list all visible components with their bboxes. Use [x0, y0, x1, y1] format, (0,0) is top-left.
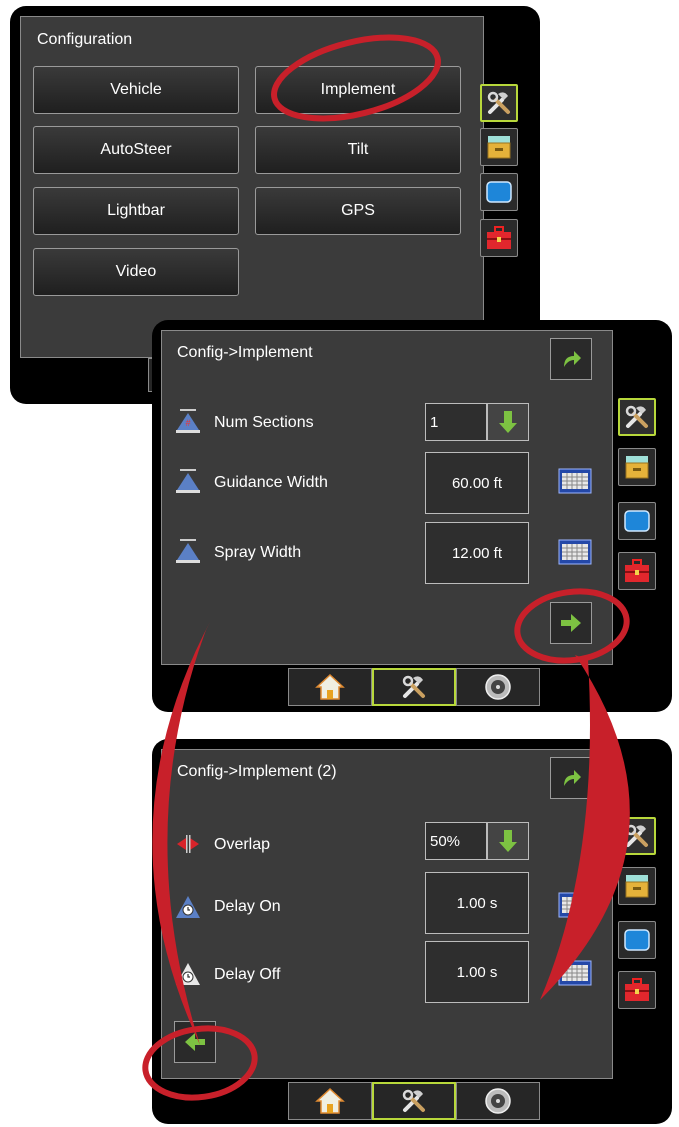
bottom-tab-tools[interactable] — [372, 1082, 456, 1120]
svg-text:#: # — [185, 418, 190, 428]
chevron-down-icon — [499, 830, 517, 852]
bottom-tab-gauge[interactable] — [456, 668, 540, 706]
side-tab-tools[interactable] — [618, 817, 656, 855]
gauge-icon — [485, 674, 511, 700]
autosteer-button[interactable]: AutoSteer — [33, 126, 239, 174]
lightbar-button[interactable]: Lightbar — [33, 187, 239, 235]
side-tab-tools[interactable] — [618, 398, 656, 436]
gps-button[interactable]: GPS — [255, 187, 461, 235]
implement-button[interactable]: Implement — [255, 66, 461, 114]
data-icon — [487, 136, 511, 159]
spray-width-field[interactable]: 12.00 ft — [425, 522, 529, 584]
implement-screen: Config->Implement # Num Sections 1 Guida… — [152, 320, 672, 712]
num-sections-icon: # — [176, 409, 200, 433]
overlap-dropdown[interactable]: 50% — [425, 822, 529, 860]
guidance-width-label: Guidance Width — [214, 474, 328, 491]
delay-on-icon — [176, 896, 200, 918]
return-arrow-icon — [564, 770, 581, 786]
keyboard-icon[interactable] — [558, 960, 592, 986]
bottom-tab-home[interactable] — [288, 668, 372, 706]
keyboard-icon[interactable] — [558, 468, 592, 494]
tools-icon — [487, 91, 510, 114]
side-tab-toolbox[interactable] — [618, 971, 656, 1009]
data-icon — [625, 456, 649, 479]
tools-icon — [402, 675, 425, 698]
side-tab-data[interactable] — [480, 128, 518, 166]
page-title: Config->Implement (2) — [177, 763, 337, 780]
arrow-left-icon — [185, 1033, 205, 1051]
side-tab-data[interactable] — [618, 448, 656, 486]
toolbox-icon — [625, 559, 649, 582]
num-sections-value: 1 — [425, 403, 487, 441]
tools-icon — [402, 1089, 425, 1112]
spray-width-icon — [176, 539, 200, 563]
exit-button[interactable] — [550, 338, 592, 380]
delay-off-field[interactable]: 1.00 s — [425, 941, 529, 1003]
home-icon — [315, 673, 345, 700]
page-title: Configuration — [37, 31, 133, 48]
implement-panel — [161, 330, 613, 665]
side-tab-toolbox[interactable] — [618, 552, 656, 590]
keyboard-icon[interactable] — [558, 539, 592, 565]
implement-2-screen: Config->Implement (2) Overlap 50% Delay … — [152, 739, 672, 1124]
video-button[interactable]: Video — [33, 248, 239, 296]
side-tab-toolbox[interactable] — [480, 219, 518, 257]
previous-page-button[interactable] — [174, 1021, 216, 1063]
num-sections-dropdown[interactable]: 1 — [425, 403, 529, 441]
overlap-icon — [177, 835, 199, 853]
guidance-width-field[interactable]: 60.00 ft — [425, 452, 529, 514]
delay-off-icon — [176, 963, 200, 985]
exit-button[interactable] — [550, 757, 592, 799]
data-icon — [625, 875, 649, 898]
toolbox-icon — [487, 226, 511, 249]
bottom-tab-home[interactable] — [288, 1082, 372, 1120]
delay-off-label: Delay Off — [214, 966, 281, 983]
side-tab-display[interactable] — [480, 173, 518, 211]
side-tab-data[interactable] — [618, 867, 656, 905]
display-icon — [486, 181, 512, 203]
gauge-icon — [485, 1088, 511, 1114]
overlap-value: 50% — [425, 822, 487, 860]
guidance-width-icon — [176, 469, 200, 493]
bottom-tab-gauge[interactable] — [456, 1082, 540, 1120]
side-tab-tools[interactable] — [480, 84, 518, 122]
keyboard-icon[interactable] — [558, 892, 592, 918]
side-tab-display[interactable] — [618, 921, 656, 959]
tools-icon — [625, 824, 648, 847]
display-icon — [624, 929, 650, 951]
return-arrow-icon — [564, 351, 581, 367]
toolbox-icon — [625, 978, 649, 1001]
arrow-right-icon — [561, 614, 581, 632]
num-sections-label: Num Sections — [214, 414, 314, 431]
bottom-tab-tools[interactable] — [372, 668, 456, 706]
chevron-down-icon — [499, 411, 517, 433]
next-page-button[interactable] — [550, 602, 592, 644]
vehicle-button[interactable]: Vehicle — [33, 66, 239, 114]
delay-on-field[interactable]: 1.00 s — [425, 872, 529, 934]
side-tab-display[interactable] — [618, 502, 656, 540]
page-title: Config->Implement — [177, 344, 313, 361]
home-icon — [315, 1087, 345, 1114]
dropdown-button[interactable] — [487, 822, 529, 860]
dropdown-button[interactable] — [487, 403, 529, 441]
tilt-button[interactable]: Tilt — [255, 126, 461, 174]
display-icon — [624, 510, 650, 532]
spray-width-label: Spray Width — [214, 544, 302, 561]
overlap-label: Overlap — [214, 836, 271, 853]
tools-icon — [625, 405, 648, 428]
delay-on-label: Delay On — [214, 898, 281, 915]
